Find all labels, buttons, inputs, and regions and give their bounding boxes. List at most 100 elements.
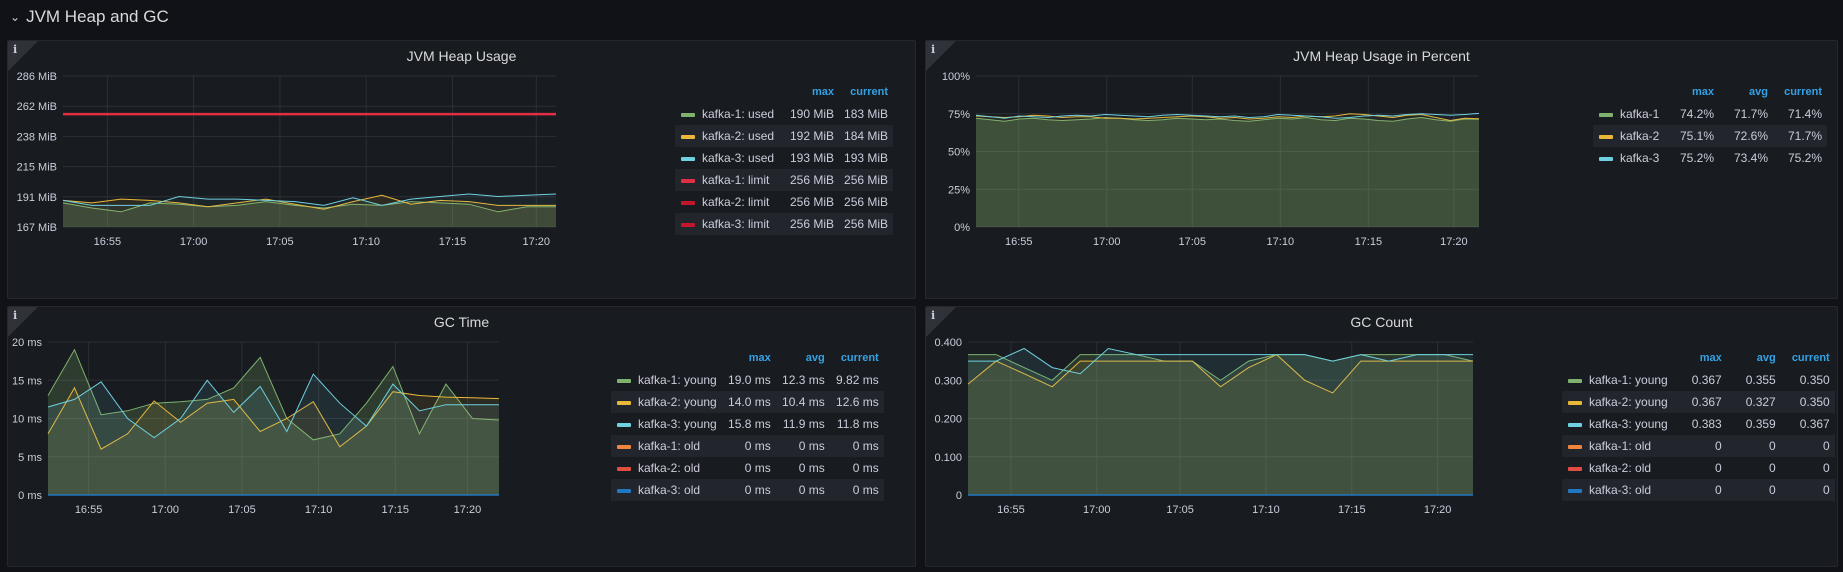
legend-swatch[interactable] bbox=[681, 222, 695, 227]
x-tick-label: 17:15 bbox=[439, 236, 467, 248]
legend-header-current[interactable]: current bbox=[830, 347, 884, 369]
legend-swatch[interactable] bbox=[1568, 378, 1582, 383]
legend-item[interactable]: kafka-1: young 19.0 ms 12.3 ms 9.82 ms bbox=[611, 369, 884, 391]
legend-item[interactable]: kafka-2: young 14.0 ms 10.4 ms 12.6 ms bbox=[611, 391, 884, 413]
legend-swatch[interactable] bbox=[681, 178, 695, 183]
x-tick-label: 17:05 bbox=[228, 504, 256, 516]
legend-item[interactable]: kafka-3: young 0.383 0.359 0.367 bbox=[1562, 413, 1835, 435]
x-tick-label: 17:20 bbox=[454, 504, 482, 516]
legend-item[interactable]: kafka-3: old 0 0 0 bbox=[1562, 479, 1835, 501]
chart-gc-count[interactable]: 0.400 0.300 0.200 0.100 0 16:55 17:00 17:05 17:1… bbox=[926, 307, 1546, 566]
legend-swatch[interactable] bbox=[617, 422, 631, 427]
legend-item-name[interactable]: kafka-1: old bbox=[638, 439, 700, 453]
legend-item-name[interactable]: kafka-1: used bbox=[702, 107, 774, 121]
legend-item[interactable]: kafka-3: limit 256 MiB 256 MiB bbox=[675, 213, 894, 235]
legend-value-avg: 73.4% bbox=[1733, 151, 1768, 165]
legend-value-current: 0 ms bbox=[829, 479, 884, 501]
legend-swatch[interactable] bbox=[1568, 466, 1582, 471]
legend-header-max[interactable]: max bbox=[1673, 347, 1727, 369]
legend-swatch[interactable] bbox=[617, 466, 631, 471]
legend-value-avg: 0.327 bbox=[1726, 391, 1781, 413]
legend-swatch[interactable] bbox=[1568, 488, 1582, 493]
legend-item[interactable]: kafka-3 75.2% 73.4% 75.2% bbox=[1593, 147, 1827, 169]
legend: max avg current kafka-1 74.2% 71.7% 71.4% kafka… bbox=[1593, 81, 1827, 169]
chart-jvm-heap-usage-percent[interactable]: 100% 75% 50% 25% 0% 16:55 17:00 17:05 17:10 17:15… bbox=[926, 41, 1586, 298]
legend-item-name[interactable]: kafka-2: old bbox=[638, 461, 700, 475]
legend-item-name[interactable]: kafka-3: limit bbox=[702, 217, 769, 231]
x-tick-label: 17:20 bbox=[1440, 236, 1468, 248]
legend-item-name[interactable]: kafka-1: limit bbox=[702, 173, 769, 187]
legend-item[interactable]: kafka-1: limit 256 MiB 256 MiB bbox=[675, 169, 894, 191]
legend-item-name[interactable]: kafka-2: young bbox=[1589, 395, 1668, 409]
y-tick-label: 0% bbox=[954, 222, 970, 234]
legend-item-name[interactable]: kafka-3: old bbox=[1589, 483, 1651, 497]
legend-item[interactable]: kafka-3: used 193 MiB 193 MiB bbox=[675, 147, 893, 169]
legend-value-max: 14.0 ms bbox=[721, 391, 776, 413]
legend-item-name[interactable]: kafka-2: old bbox=[1589, 461, 1651, 475]
legend-swatch[interactable] bbox=[1599, 112, 1613, 117]
legend-item-name[interactable]: kafka-1: old bbox=[1589, 439, 1651, 453]
legend-swatch[interactable] bbox=[1599, 156, 1613, 161]
row-header[interactable]: ⌄ JVM Heap and GC bbox=[10, 6, 169, 28]
legend-item-name[interactable]: kafka-3 bbox=[1620, 151, 1659, 165]
legend-swatch[interactable] bbox=[617, 378, 631, 383]
legend-value-avg: 12.3 ms bbox=[782, 373, 825, 387]
legend-header-avg[interactable]: avg bbox=[1719, 81, 1773, 103]
legend-swatch[interactable] bbox=[1599, 134, 1613, 139]
legend-header-max[interactable]: max bbox=[722, 347, 776, 369]
legend-item-name[interactable]: kafka-1 bbox=[1620, 107, 1659, 121]
legend-item[interactable]: kafka-3: old 0 ms 0 ms 0 ms bbox=[611, 479, 884, 501]
legend-table: max avg current kafka-1: young 19.0 ms 12.3 m… bbox=[611, 347, 884, 501]
legend-swatch[interactable] bbox=[1568, 400, 1582, 405]
legend-swatch[interactable] bbox=[1568, 444, 1582, 449]
legend-item[interactable]: kafka-2: limit 256 MiB 256 MiB bbox=[675, 191, 893, 213]
legend-item-name[interactable]: kafka-3: young bbox=[1589, 417, 1668, 431]
legend-swatch[interactable] bbox=[681, 156, 695, 161]
panel-jvm-heap-usage[interactable]: i JVM Heap Usage 286 MiB 262 MiB 238 MiB 21… bbox=[7, 40, 916, 299]
legend-item-name[interactable]: kafka-1: young bbox=[638, 373, 717, 387]
legend-item[interactable]: kafka-1: young 0.367 0.355 0.350 bbox=[1562, 369, 1835, 391]
legend-header-avg[interactable]: avg bbox=[776, 347, 830, 369]
chart-jvm-heap-usage[interactable]: 286 MiB 262 MiB 238 MiB 215 MiB 191 MiB 167 M… bbox=[8, 41, 668, 298]
legend-swatch[interactable] bbox=[617, 400, 631, 405]
series-area-kafka-3-young bbox=[968, 348, 1473, 495]
legend-swatch[interactable] bbox=[617, 488, 631, 493]
legend-swatch[interactable] bbox=[681, 134, 695, 139]
legend-value-avg: 11.9 ms bbox=[782, 417, 825, 431]
legend-item-name[interactable]: kafka-3: used bbox=[702, 151, 774, 165]
legend-header-current[interactable]: current bbox=[839, 81, 893, 103]
legend-value-current: 0.350 bbox=[1780, 391, 1835, 413]
panel-gc-count[interactable]: i GC Count 0.400 0.300 0.200 0.100 0 16:55 17:… bbox=[925, 306, 1838, 567]
legend-item-name[interactable]: kafka-2 bbox=[1620, 129, 1659, 143]
panel-jvm-heap-usage-percent[interactable]: i JVM Heap Usage in Percent 100% 75% 50% 25… bbox=[925, 40, 1838, 299]
legend-item-name[interactable]: kafka-2: young bbox=[638, 395, 717, 409]
legend-item-name[interactable]: kafka-1: young bbox=[1589, 373, 1668, 387]
legend-item[interactable]: kafka-2: old 0 0 0 bbox=[1562, 457, 1835, 479]
legend-item[interactable]: kafka-1: old 0 0 0 bbox=[1562, 435, 1835, 457]
panel-gc-time[interactable]: i GC Time 20 ms 15 ms 10 ms 5 ms 0 ms 16:55 17… bbox=[7, 306, 916, 567]
chevron-down-icon[interactable]: ⌄ bbox=[10, 10, 20, 24]
legend-swatch[interactable] bbox=[681, 200, 695, 205]
legend-header-max[interactable]: max bbox=[1665, 81, 1719, 103]
legend-item-name[interactable]: kafka-3: old bbox=[638, 483, 700, 497]
legend-swatch[interactable] bbox=[617, 444, 631, 449]
legend-header-current[interactable]: current bbox=[1781, 347, 1835, 369]
legend-item[interactable]: kafka-1: old 0 ms 0 ms 0 ms bbox=[611, 435, 884, 457]
legend-header-max[interactable]: max bbox=[785, 81, 839, 103]
legend-value-max: 0 ms bbox=[744, 461, 771, 475]
legend-item[interactable]: kafka-2: old 0 ms 0 ms 0 ms bbox=[611, 457, 884, 479]
legend-item-name[interactable]: kafka-2: used bbox=[702, 129, 774, 143]
legend-item[interactable]: kafka-1 74.2% 71.7% 71.4% bbox=[1593, 103, 1827, 125]
legend-item[interactable]: kafka-2: used 192 MiB 184 MiB bbox=[675, 125, 894, 147]
legend-item[interactable]: kafka-1: used 190 MiB 183 MiB bbox=[675, 103, 893, 125]
legend-header-avg[interactable]: avg bbox=[1727, 347, 1781, 369]
legend-item-name[interactable]: kafka-2: limit bbox=[702, 195, 769, 209]
legend-item[interactable]: kafka-2 75.1% 72.6% 71.7% bbox=[1593, 125, 1827, 147]
legend-item-name[interactable]: kafka-3: young bbox=[638, 417, 717, 431]
legend-header-current[interactable]: current bbox=[1773, 81, 1827, 103]
chart-gc-time[interactable]: 20 ms 15 ms 10 ms 5 ms 0 ms 16:55 17:00 17:05 17… bbox=[8, 307, 608, 566]
legend-swatch[interactable] bbox=[1568, 422, 1582, 427]
legend-swatch[interactable] bbox=[681, 112, 695, 117]
legend-item[interactable]: kafka-3: young 15.8 ms 11.9 ms 11.8 ms bbox=[611, 413, 884, 435]
legend-item[interactable]: kafka-2: young 0.367 0.327 0.350 bbox=[1562, 391, 1835, 413]
